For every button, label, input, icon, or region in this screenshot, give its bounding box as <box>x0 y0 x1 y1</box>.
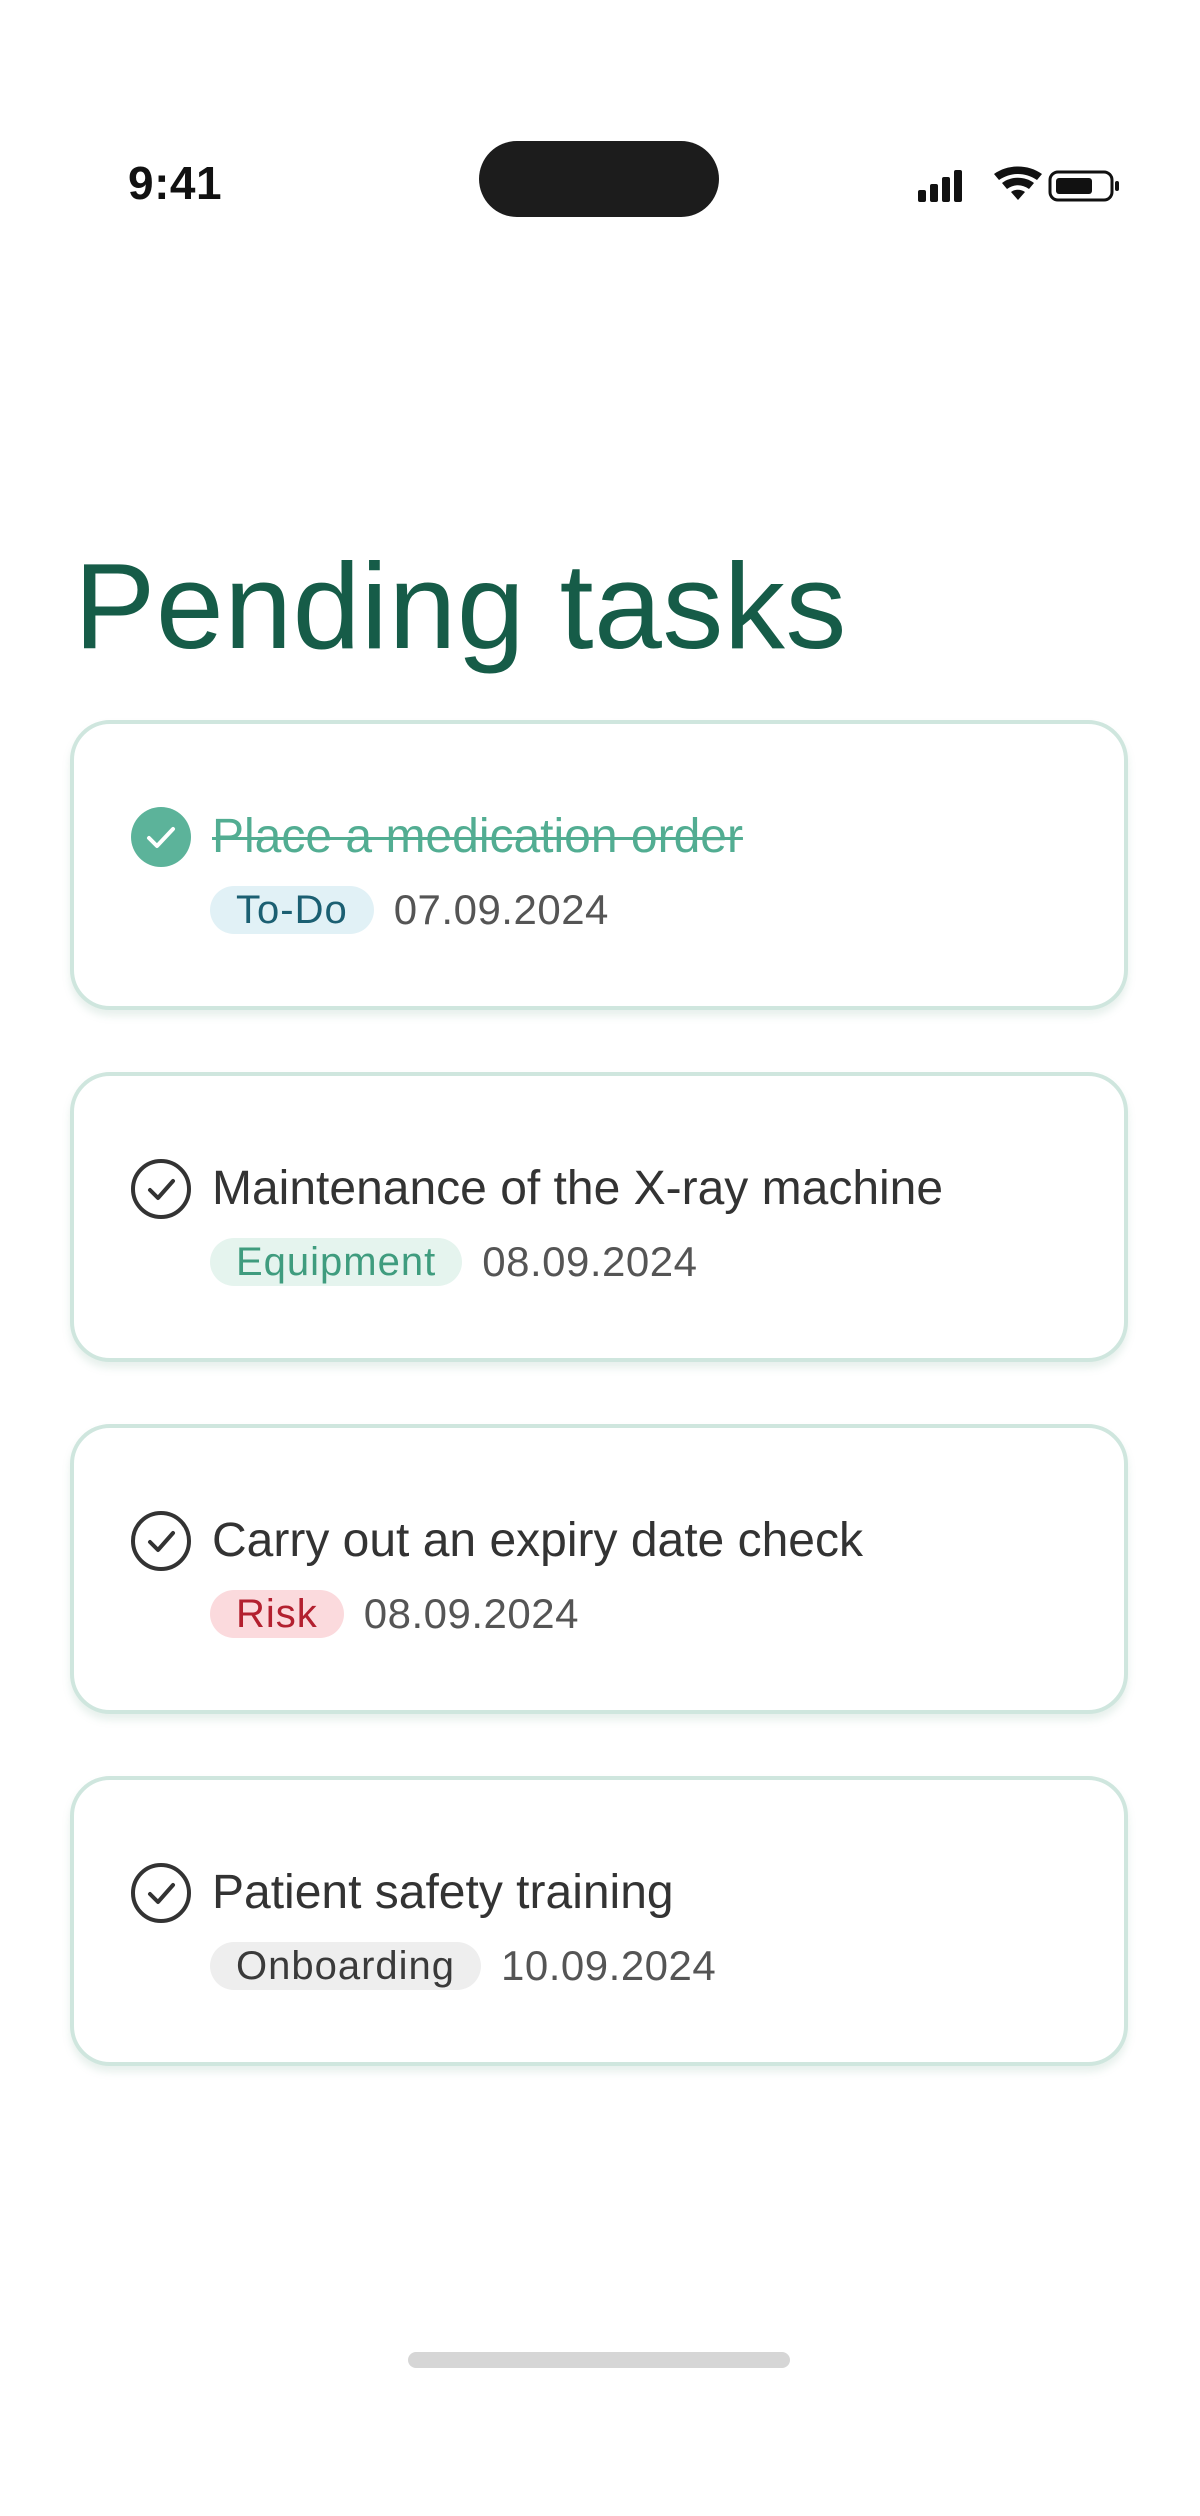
status-time: 9:41 <box>128 157 223 209</box>
status-icons <box>918 166 1122 206</box>
dynamic-island <box>479 141 719 217</box>
checkmark-circle-icon[interactable] <box>130 1510 192 1572</box>
checkmark-circle-icon[interactable] <box>130 1158 192 1220</box>
status-bar: 9:41 <box>0 0 1200 240</box>
task-title: Maintenance of the X-ray machine <box>212 1162 944 1215</box>
checkmark-circle-icon[interactable] <box>130 1862 192 1924</box>
task-card[interactable]: Carry out an expiry date check Risk 08.0… <box>70 1424 1128 1714</box>
task-date: 08.09.2024 <box>482 1238 698 1285</box>
task-meta: To-Do 07.09.2024 <box>210 886 609 934</box>
task-tag: Equipment <box>210 1238 463 1286</box>
task-title: Carry out an expiry date check <box>212 1514 863 1567</box>
cellular-signal-icon <box>918 170 962 202</box>
task-list: Place a medication order To-Do 07.09.202… <box>70 720 1128 2128</box>
task-date: 08.09.2024 <box>363 1590 579 1637</box>
task-title: Place a medication order <box>212 810 743 863</box>
home-indicator[interactable] <box>408 2352 790 2368</box>
task-date: 07.09.2024 <box>393 886 609 933</box>
task-meta: Equipment 08.09.2024 <box>210 1238 697 1286</box>
page-title: Pending tasks <box>74 538 847 674</box>
task-card[interactable]: Patient safety training Onboarding 10.09… <box>70 1776 1128 2066</box>
task-tag: Risk <box>210 1590 344 1638</box>
task-card[interactable]: Maintenance of the X-ray machine Equipme… <box>70 1072 1128 1362</box>
task-tag: Onboarding <box>210 1942 482 1990</box>
wifi-icon <box>994 166 1042 200</box>
checkmark-circle-filled-icon[interactable] <box>130 806 192 868</box>
task-card[interactable]: Place a medication order To-Do 07.09.202… <box>70 720 1128 1010</box>
task-title: Patient safety training <box>212 1866 674 1919</box>
task-tag: To-Do <box>210 886 374 934</box>
task-date: 10.09.2024 <box>501 1942 717 1989</box>
battery-icon <box>1048 170 1119 202</box>
task-meta: Risk 08.09.2024 <box>210 1590 579 1638</box>
task-meta: Onboarding 10.09.2024 <box>210 1942 716 1990</box>
